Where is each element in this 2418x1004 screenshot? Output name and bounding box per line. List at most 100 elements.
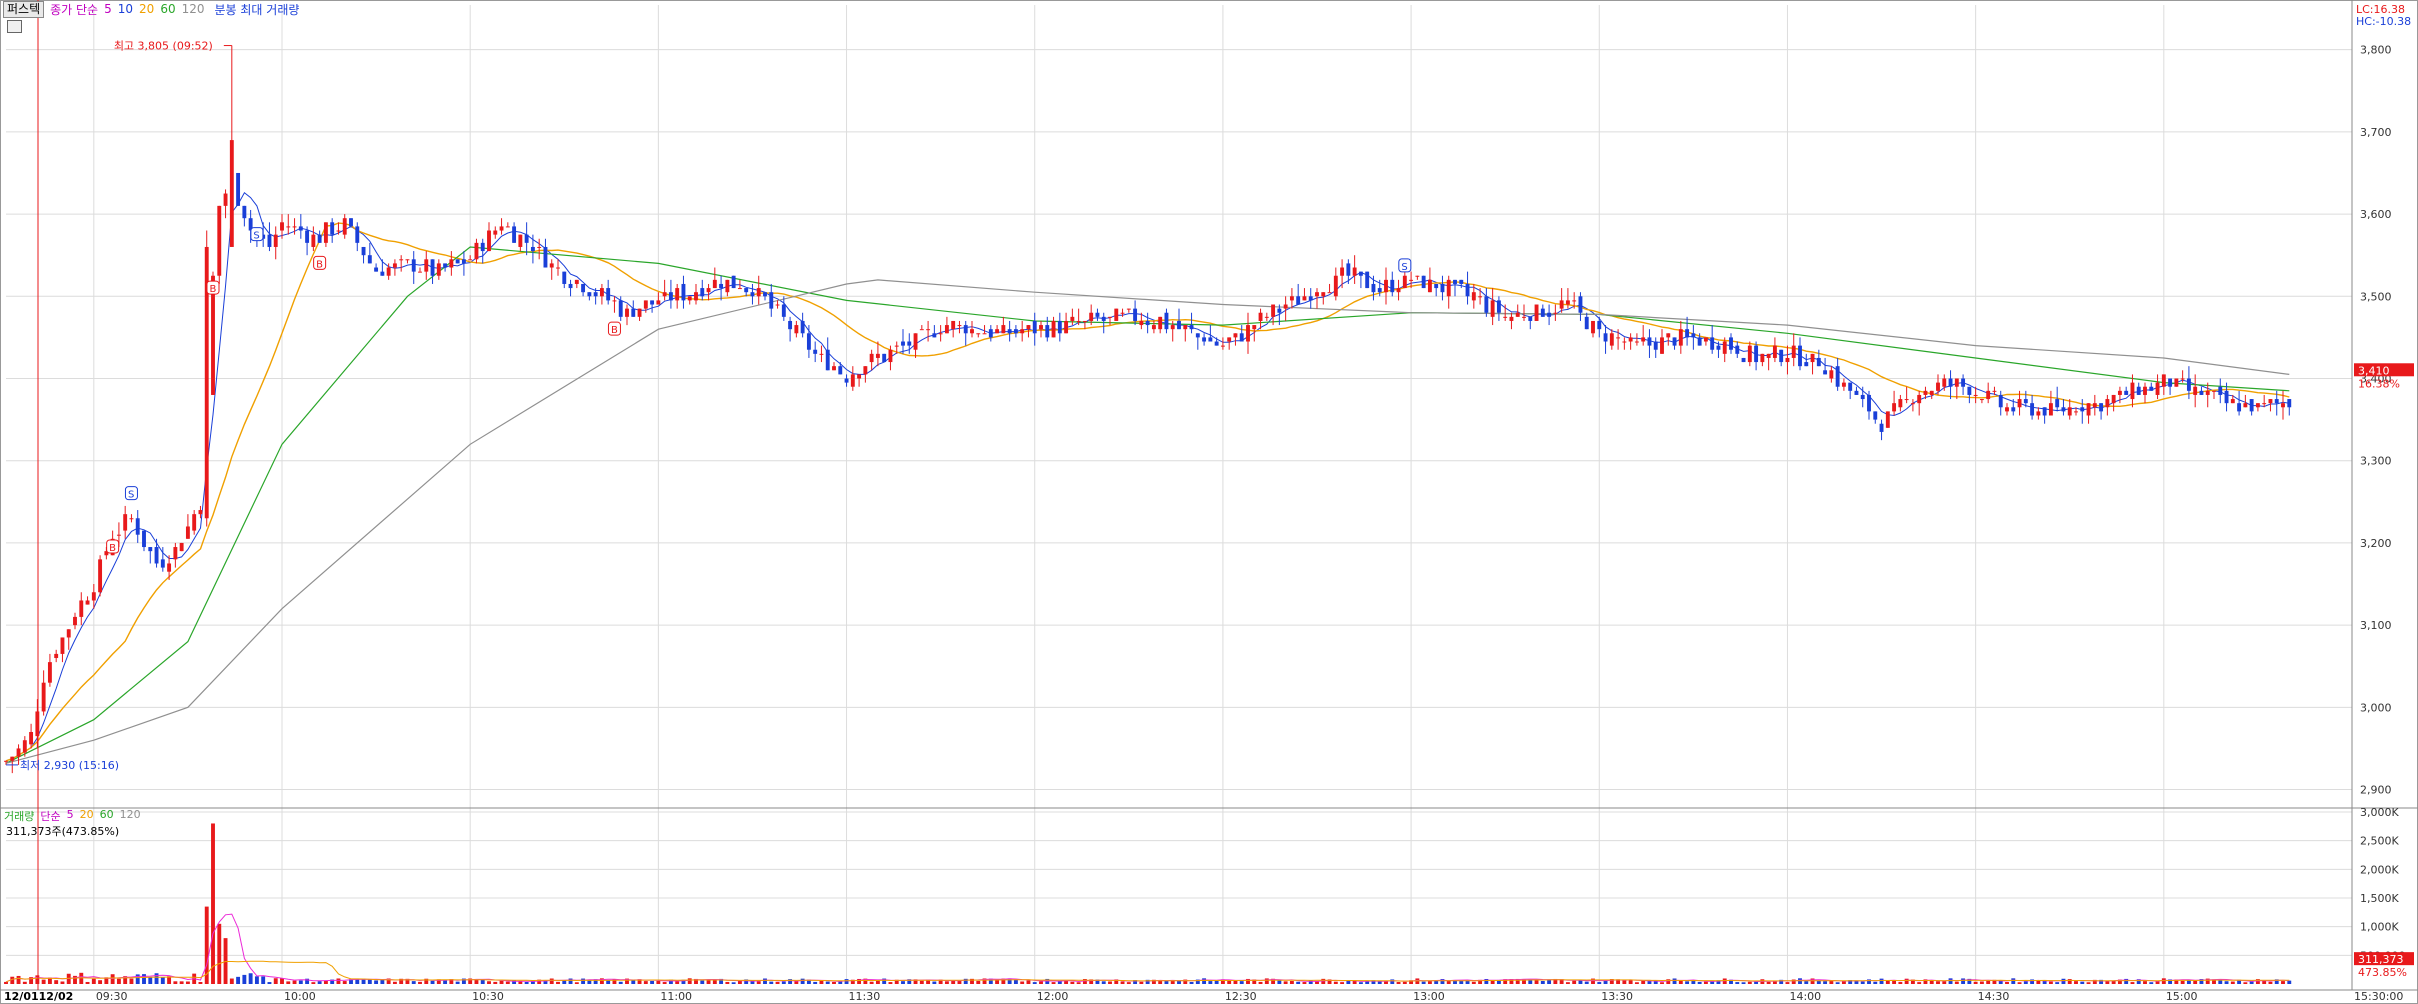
candle-body (2212, 390, 2216, 392)
volume-bar (1741, 982, 1746, 984)
candle-body (907, 341, 912, 346)
volume-bar (1051, 982, 1056, 984)
candle-body (618, 300, 623, 317)
candle-body (236, 172, 241, 206)
ma60-label[interactable]: 60 (160, 2, 175, 16)
candle-body (298, 226, 303, 231)
candle-body (863, 366, 868, 375)
volume-bar (662, 982, 667, 984)
ma5-line (5, 191, 2290, 762)
candle-body (813, 349, 818, 354)
volume-bar (1227, 980, 1232, 984)
candle-body (919, 329, 924, 331)
ma120-label[interactable]: 120 (182, 2, 205, 16)
volume-bar (505, 981, 510, 984)
volume-bar (2243, 982, 2248, 984)
ma10-label[interactable]: 10 (118, 2, 133, 16)
candle-body (2249, 399, 2254, 412)
candle-body (411, 259, 416, 272)
ma120-line (5, 279, 2290, 764)
volume-bar (367, 979, 372, 984)
candle-body (1434, 283, 1439, 289)
volume-bar (60, 981, 65, 984)
volume-tick-label: 1,500K (2360, 892, 2399, 905)
volume-bar (1678, 980, 1683, 984)
candle-body (399, 259, 404, 261)
chart-canvas: 3,8003,7003,6003,5003,4003,3003,2003,100… (0, 0, 2418, 1004)
volume-bar (1202, 978, 1207, 984)
candle-body (970, 329, 974, 334)
ma5-label[interactable]: 5 (104, 2, 112, 16)
candle-body (606, 288, 611, 301)
candle-body (1547, 312, 1552, 317)
high-annotation: 최고 3,805 (09:52) (114, 40, 213, 53)
candle-body (292, 226, 297, 228)
volume-bar (286, 981, 291, 984)
candle-body (1195, 333, 1200, 338)
candle-body (1885, 411, 1890, 428)
candle-body (85, 600, 90, 605)
candle-body (1427, 279, 1432, 293)
volume-bar (581, 978, 586, 984)
candle-body (2048, 403, 2053, 416)
candle-body (1616, 337, 1621, 339)
candle-body (443, 263, 448, 268)
ma20-line (5, 222, 2290, 762)
candle-body (160, 559, 165, 568)
candle-body (1929, 390, 1934, 395)
candle-body (574, 279, 579, 284)
volume-bar (16, 975, 21, 984)
candle-body (367, 255, 372, 264)
candle-body (763, 292, 767, 297)
candle-body (1716, 345, 1721, 350)
candle-body (518, 234, 523, 247)
candle-body (2124, 390, 2129, 395)
candle-body (142, 530, 146, 548)
candle-body (1214, 341, 1219, 346)
candle-body (838, 366, 843, 375)
ma20-label[interactable]: 20 (139, 2, 154, 16)
candle-body (10, 756, 15, 761)
candle-body (2099, 403, 2104, 412)
candle-body (2061, 407, 2066, 412)
volume-bar (2105, 981, 2110, 984)
volume-bar (1026, 980, 1031, 984)
mode-button[interactable]: 퍼스텍 (3, 0, 45, 18)
candle-body (1258, 312, 1263, 321)
volume-bar (2067, 979, 2072, 984)
volume-bar (1126, 982, 1131, 984)
candle-body (1302, 296, 1307, 301)
candle-body (436, 263, 441, 276)
volume-bar (2080, 981, 2085, 984)
volume-pct-badge: 473.85% (2358, 966, 2407, 979)
candle-body (2287, 399, 2292, 408)
candle-body (681, 283, 686, 301)
volume-bar (687, 978, 692, 984)
volume-bar (455, 981, 460, 984)
volume-bar (800, 978, 805, 984)
volume-toggle[interactable]: 분봉 최대 거래량 (215, 1, 300, 18)
candle-body (493, 230, 498, 235)
candle-body (1867, 394, 1871, 412)
candle-body (1747, 345, 1752, 363)
volume-bar (1258, 981, 1263, 984)
candle-body (148, 547, 153, 552)
grid-icon[interactable] (7, 20, 22, 33)
candle-body (1634, 341, 1639, 343)
candle-body (305, 230, 310, 243)
candle-body (1854, 390, 1859, 395)
candle-body (932, 333, 937, 338)
volume-bar (2249, 981, 2254, 984)
candle-body (2281, 403, 2285, 408)
price-tick-label: 3,600 (2360, 208, 2392, 221)
volume-bar (643, 981, 648, 984)
candle-body (1402, 275, 1407, 289)
candle-body (2143, 386, 2147, 395)
volume-bar (1622, 980, 1627, 984)
volume-bar (116, 978, 121, 984)
candle-body (825, 349, 830, 371)
volume-legend: 거래량 단순 5 20 60 120 (4, 808, 141, 824)
volume-bar (1421, 981, 1426, 984)
volume-bar (1434, 980, 1439, 984)
candle-body (1478, 296, 1483, 298)
